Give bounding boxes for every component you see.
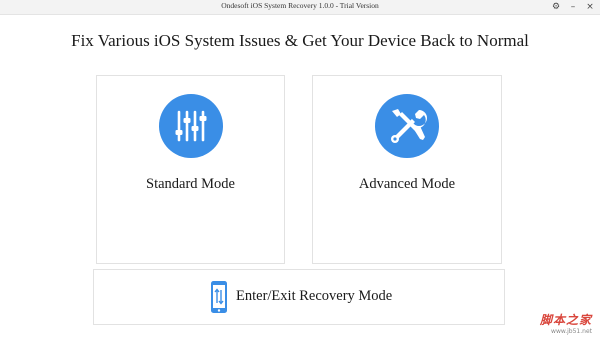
- minimize-button[interactable]: –: [566, 0, 580, 14]
- close-button[interactable]: ×: [583, 0, 597, 14]
- page-headline: Fix Various iOS System Issues & Get Your…: [71, 31, 529, 50]
- title-bar: Ondesoft iOS System Recovery 1.0.0 - Tri…: [0, 0, 600, 15]
- wrench-screwdriver-icon: [375, 94, 439, 158]
- window-title: Ondesoft iOS System Recovery 1.0.0 - Tri…: [221, 1, 379, 10]
- advanced-mode-label: Advanced Mode: [358, 176, 456, 192]
- settings-icon[interactable]: ⚙: [549, 0, 563, 14]
- standard-mode-card[interactable]: Standard Mode: [96, 75, 285, 264]
- advanced-mode-card[interactable]: Advanced Mode: [312, 75, 502, 264]
- sliders-icon: [159, 94, 223, 158]
- watermark-url: www.jb51.net: [551, 328, 592, 335]
- phone-transfer-icon: [210, 280, 228, 319]
- watermark-text: 脚本之家: [539, 313, 592, 327]
- standard-mode-label: Standard Mode: [146, 176, 235, 192]
- recovery-mode-label: Enter/Exit Recovery Mode: [236, 288, 393, 304]
- watermark: 脚本之家 www.jb51.net: [540, 311, 592, 335]
- recovery-mode-button[interactable]: Enter/Exit Recovery Mode: [93, 269, 505, 325]
